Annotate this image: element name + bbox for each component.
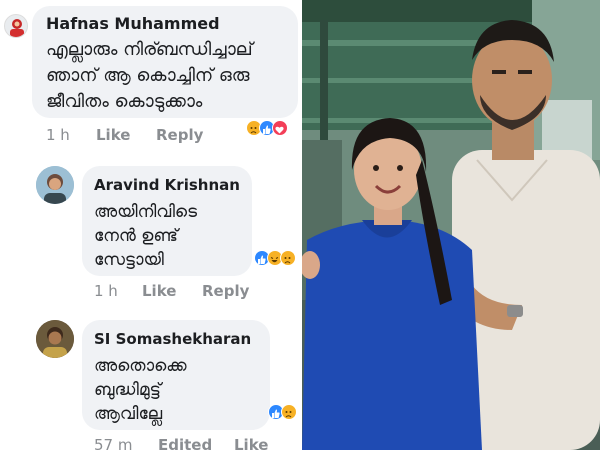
- comment-item: Aravind Krishnan അയിനിവിടെ നേൻ ഉണ്ട് സേട…: [0, 150, 302, 300]
- comment-author[interactable]: Aravind Krishnan: [94, 176, 240, 194]
- comment-timestamp[interactable]: 1 h: [46, 126, 70, 144]
- edited-label[interactable]: Edited: [158, 436, 212, 450]
- comment-item: Hafnas Muhammed എല്ലാരും നിര്ബന്ധിച്ചാല്…: [0, 0, 302, 150]
- comment-text-line: നേൻ ഉണ്ട്: [94, 226, 178, 246]
- like-button[interactable]: Like: [96, 126, 130, 144]
- comment-text-line: എല്ലാരും നിര്ബന്ധിച്ചാല്: [46, 39, 253, 60]
- comment-text-line: അയിനിവിടെ: [94, 202, 198, 222]
- comment-actions: 57 m Edited Like: [94, 436, 294, 450]
- reply-button[interactable]: Reply: [156, 126, 203, 144]
- avatar[interactable]: [36, 166, 74, 204]
- reply-button[interactable]: Reply: [202, 282, 249, 300]
- photo-illustration: [302, 0, 600, 450]
- comment-author[interactable]: Hafnas Muhammed: [46, 14, 220, 33]
- comment-author[interactable]: SI Somashekharan: [94, 330, 251, 348]
- reaction-summary[interactable]: [254, 250, 300, 268]
- comment-timestamp[interactable]: 1 h: [94, 282, 118, 300]
- sad-reaction-icon: [280, 250, 296, 266]
- comment-timestamp[interactable]: 57 m: [94, 436, 132, 450]
- avatar-image-icon: [10, 19, 24, 37]
- avatar-image-icon: [36, 166, 74, 204]
- sad-reaction-icon: [281, 404, 297, 420]
- comment-text-line: സേട്ടായി: [94, 250, 164, 270]
- like-button[interactable]: Like: [234, 436, 268, 450]
- comment-text-line: ആവില്ലേ: [94, 404, 163, 424]
- reaction-summary[interactable]: [268, 404, 300, 422]
- like-button[interactable]: Like: [142, 282, 176, 300]
- comment-text-line: ഞാന് ആ കൊച്ചിന് ഒരു: [46, 65, 250, 86]
- comment-text-line: ജീവിതം കൊടുക്കാം: [46, 91, 203, 112]
- comment-item: SI Somashekharan അതൊക്കെ ബുദ്ധിമുട്ട് ആവ…: [0, 300, 302, 450]
- comment-text-line: ബുദ്ധിമുട്ട്: [94, 380, 161, 400]
- comment-actions: 1 h Like Reply: [94, 282, 294, 302]
- comment-thread: Hafnas Muhammed എല്ലാരും നിര്ബന്ധിച്ചാല്…: [0, 0, 302, 450]
- photo: [302, 0, 600, 450]
- avatar-image-icon: [36, 320, 74, 358]
- avatar[interactable]: [4, 14, 28, 38]
- comment-actions: 1 h Like Reply: [46, 126, 296, 146]
- comment-text-line: അതൊക്കെ: [94, 356, 187, 376]
- avatar[interactable]: [36, 320, 74, 358]
